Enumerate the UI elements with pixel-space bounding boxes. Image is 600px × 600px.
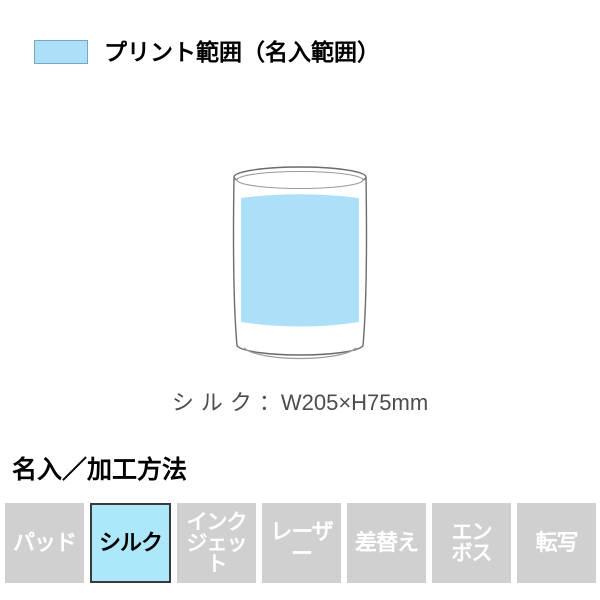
print-area-swatch-icon [34, 40, 88, 64]
print-area-legend: プリント範囲（名入範囲） [0, 34, 600, 70]
imprint-method-chip[interactable]: シルク [90, 503, 171, 583]
dimension-separator: ： [258, 390, 281, 415]
print-area-region [241, 194, 359, 327]
imprint-method-chip[interactable]: レーザー [262, 503, 341, 583]
cup-rim-inner [236, 170, 364, 190]
imprint-method-chip[interactable]: インク ジェット [177, 503, 256, 583]
imprint-method-list: パッド シルク インク ジェット レーザー 差替え エン ボス 転写 [5, 503, 596, 583]
product-illustration [0, 150, 600, 390]
imprint-method-chip[interactable]: 差替え [347, 503, 426, 583]
tumbler-cup-illustration [232, 166, 368, 360]
dimension-caption: シルク：W205×H75mm [0, 385, 600, 417]
page-section-title: 名入／加工方法 [12, 456, 188, 484]
dimension-size-value: W205×H75mm [280, 390, 429, 415]
imprint-method-chip[interactable]: 転写 [517, 503, 596, 583]
imprint-method-chip[interactable]: エン ボス [432, 503, 511, 583]
print-area-legend-label: プリント範囲（名入範囲） [104, 38, 380, 65]
dimension-method-label: シルク [171, 390, 259, 415]
imprint-method-chip[interactable]: パッド [5, 503, 84, 583]
